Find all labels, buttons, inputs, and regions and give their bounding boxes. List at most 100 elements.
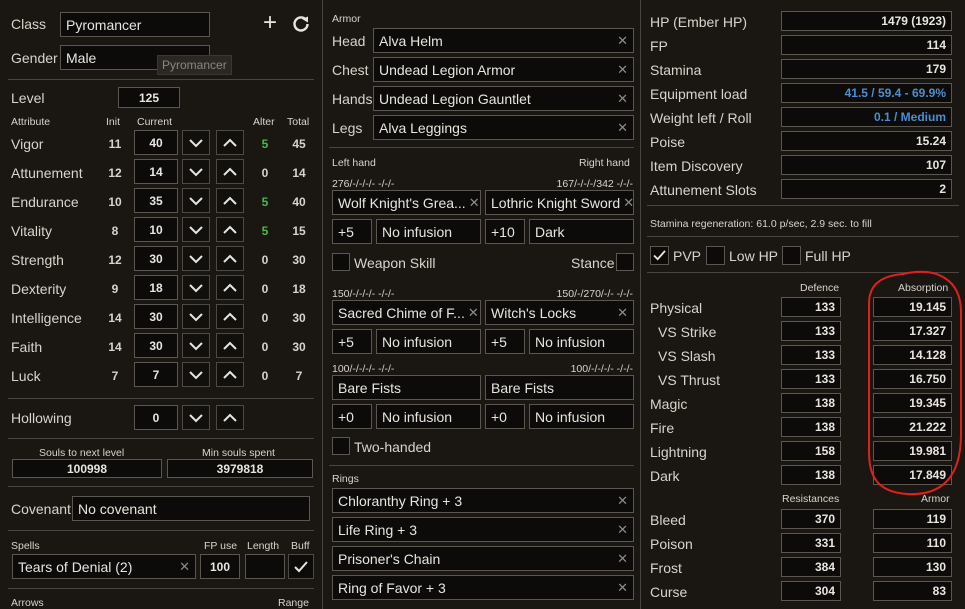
attribute-increase-button[interactable] [216, 159, 244, 184]
left-infusion-select[interactable]: No infusion [376, 404, 481, 429]
init-header: Init [106, 116, 121, 128]
attribute-increase-button[interactable] [216, 246, 244, 271]
left-infusion-select[interactable]: No infusion [376, 329, 481, 354]
left-weapon-select[interactable]: Sacred Chime of F... ✕ [332, 300, 481, 325]
defence-value: 138 [781, 393, 841, 413]
attribute-increase-button[interactable] [216, 188, 244, 213]
clear-icon[interactable]: ✕ [614, 120, 628, 136]
chevron-up-icon [223, 196, 237, 205]
clear-icon[interactable]: ✕ [614, 493, 628, 509]
right-infusion-select[interactable]: No infusion [529, 329, 634, 354]
armor-select[interactable]: Alva Leggings ✕ [373, 115, 634, 140]
right-upgrade-input[interactable]: +0 [485, 404, 525, 429]
weapon-skill-checkbox[interactable] [332, 253, 350, 271]
right-infusion-select[interactable]: No infusion [529, 404, 634, 429]
low-hp-checkbox[interactable] [706, 246, 725, 265]
clear-icon[interactable]: ✕ [614, 62, 628, 78]
resistance-value: 304 [781, 581, 841, 601]
refresh-icon[interactable] [291, 14, 311, 34]
left-upgrade-input[interactable]: +5 [332, 329, 372, 354]
separator [8, 398, 314, 399]
attribute-current-input[interactable]: 30 [134, 333, 178, 358]
add-icon[interactable]: + [263, 10, 277, 36]
chevron-down-icon [189, 283, 203, 292]
clear-icon[interactable]: ✕ [620, 195, 633, 211]
hollowing-decrease-button[interactable] [182, 405, 210, 430]
left-weapon-select[interactable]: Bare Fists [332, 375, 481, 400]
chevron-down-icon [189, 254, 203, 263]
left-infusion-select[interactable]: No infusion [376, 219, 481, 244]
left-upgrade-input[interactable]: +0 [332, 404, 372, 429]
ring-select[interactable]: Ring of Favor + 3 ✕ [332, 575, 634, 600]
attribute-current-input[interactable]: 14 [134, 159, 178, 184]
hollowing-increase-button[interactable] [216, 405, 244, 430]
clear-icon[interactable]: ✕ [614, 522, 628, 538]
attribute-decrease-button[interactable] [182, 362, 210, 387]
clear-icon[interactable]: ✕ [614, 305, 628, 321]
attribute-current-input[interactable]: 30 [134, 304, 178, 329]
clear-icon[interactable]: ✕ [465, 305, 479, 321]
attribute-current-input[interactable]: 35 [134, 188, 178, 213]
clear-icon[interactable]: ✕ [614, 33, 628, 49]
clear-icon[interactable]: ✕ [614, 580, 628, 596]
clear-icon[interactable]: ✕ [614, 91, 628, 107]
attribute-increase-button[interactable] [216, 304, 244, 329]
stat-value: 179 [781, 59, 952, 79]
attribute-decrease-button[interactable] [182, 246, 210, 271]
attribute-alter: 0 [261, 253, 269, 267]
attribute-current-input[interactable]: 10 [134, 217, 178, 242]
resistance-label: Curse [650, 584, 688, 600]
attribute-decrease-button[interactable] [182, 130, 210, 155]
attribute-decrease-button[interactable] [182, 304, 210, 329]
attribute-name: Dexterity [11, 281, 67, 297]
attribute-current-input[interactable]: 7 [134, 362, 178, 387]
spell-select[interactable]: Tears of Denial (2) ✕ [12, 554, 196, 579]
attribute-decrease-button[interactable] [182, 188, 210, 213]
right-infusion-select[interactable]: Dark [529, 219, 634, 244]
attribute-increase-button[interactable] [216, 130, 244, 155]
left-weapon-stats: 150/-/-/-/- -/-/- [332, 288, 395, 300]
separator [329, 147, 634, 148]
attribute-current-input[interactable]: 30 [134, 246, 178, 271]
two-handed-checkbox[interactable] [332, 437, 350, 455]
attribute-decrease-button[interactable] [182, 217, 210, 242]
attribute-current-input[interactable]: 40 [134, 130, 178, 155]
left-upgrade-input[interactable]: +5 [332, 219, 372, 244]
ring-select[interactable]: Prisoner's Chain ✕ [332, 546, 634, 571]
resistance-label: Bleed [650, 512, 686, 528]
stance-checkbox[interactable] [616, 253, 634, 271]
armor-select[interactable]: Undead Legion Gauntlet ✕ [373, 86, 634, 111]
attribute-decrease-button[interactable] [182, 333, 210, 358]
attribute-increase-button[interactable] [216, 333, 244, 358]
right-weapon-select[interactable]: Bare Fists [485, 375, 634, 400]
attribute-increase-button[interactable] [216, 217, 244, 242]
left-weapon-select[interactable]: Wolf Knight's Grea... ✕ [332, 190, 481, 215]
resistance-label: Poison [650, 536, 693, 552]
attribute-decrease-button[interactable] [182, 275, 210, 300]
covenant-select[interactable]: No covenant [72, 496, 310, 521]
buff-checkbox[interactable] [288, 554, 314, 579]
covenant-label: Covenant [11, 501, 71, 517]
clear-icon[interactable]: ✕ [466, 195, 480, 211]
clear-icon[interactable]: ✕ [614, 551, 628, 567]
right-weapon-name: Lothric Knight Sword [491, 194, 621, 211]
spell-fp-value: 100 [200, 554, 240, 579]
full-hp-checkbox[interactable] [782, 246, 801, 265]
attribute-current-input[interactable]: 18 [134, 275, 178, 300]
attribute-increase-button[interactable] [216, 275, 244, 300]
armor-select[interactable]: Undead Legion Armor ✕ [373, 57, 634, 82]
ring-select[interactable]: Chloranthy Ring + 3 ✕ [332, 488, 634, 513]
right-upgrade-input[interactable]: +10 [485, 219, 525, 244]
ring-select[interactable]: Life Ring + 3 ✕ [332, 517, 634, 542]
class-select[interactable]: Pyromancer [60, 12, 210, 37]
chevron-down-icon [189, 138, 203, 147]
right-weapon-select[interactable]: Witch's Locks ✕ [485, 300, 634, 325]
right-weapon-select[interactable]: Lothric Knight Sword ✕ [485, 190, 634, 215]
armor-select[interactable]: Alva Helm ✕ [373, 28, 634, 53]
attribute-increase-button[interactable] [216, 362, 244, 387]
right-upgrade-input[interactable]: +5 [485, 329, 525, 354]
clear-icon[interactable]: ✕ [176, 559, 190, 575]
attribute-decrease-button[interactable] [182, 159, 210, 184]
hollowing-input[interactable]: 0 [134, 405, 178, 430]
pvp-checkbox[interactable] [650, 246, 669, 265]
